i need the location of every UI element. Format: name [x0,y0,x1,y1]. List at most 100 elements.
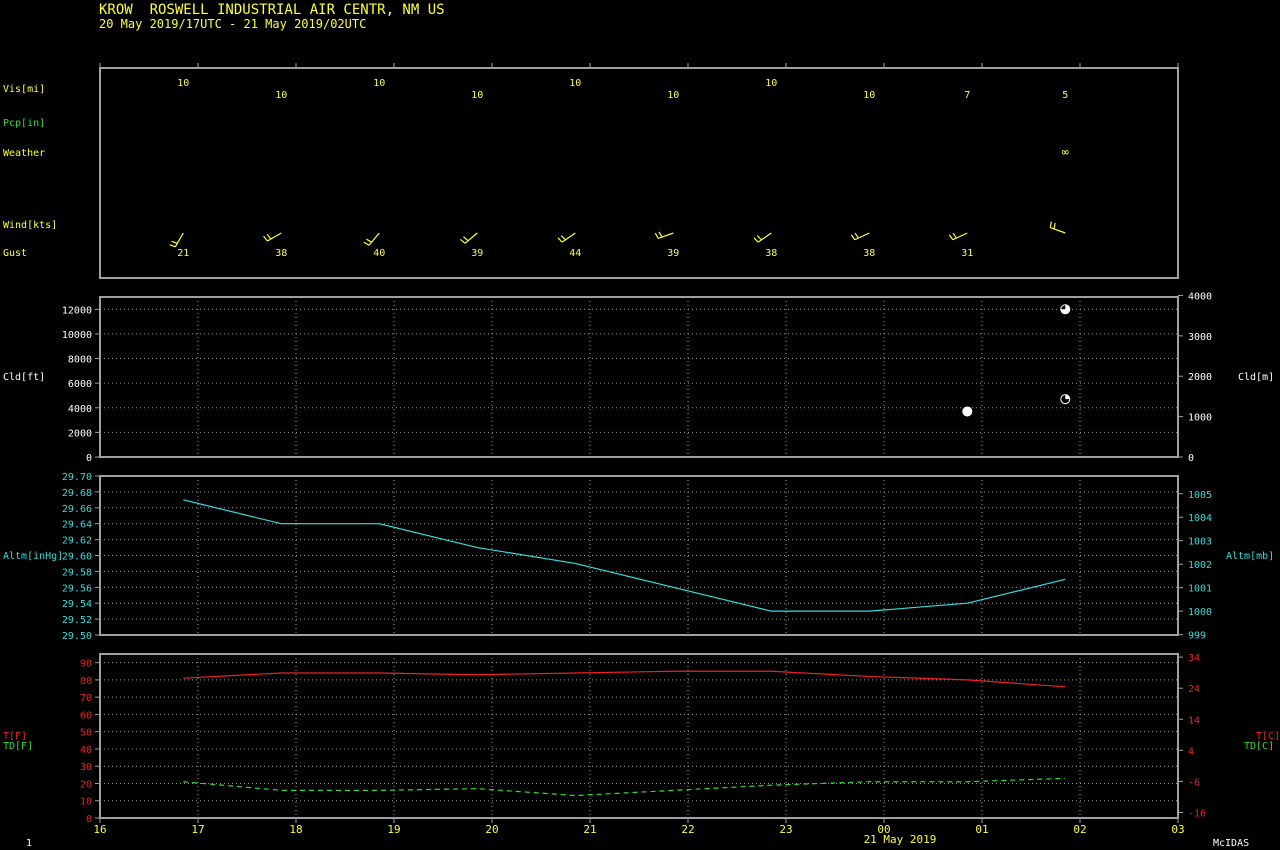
wind-barb-feather [658,231,663,238]
temp-tick-label-right: 24 [1188,684,1200,695]
panel-frame-surf [99,67,1179,279]
wind-barb-feather [948,234,954,241]
altimeter-tick-label: 29.58 [62,567,92,578]
altimeter-tick-label: 29.62 [62,536,92,547]
cloud-tick-label: 4000 [68,404,92,415]
altimeter-tick-label-right: 1001 [1188,584,1212,595]
dewpoint-ylabel-right: TD[C] [1244,741,1274,752]
gust-value: 39 [471,248,483,259]
temp-tick-label: 30 [80,762,92,773]
wind-barb-feather [756,235,762,241]
altimeter-tick-label-right: 1003 [1188,537,1212,548]
dewpoint-ylabel-left: TD[F] [3,741,33,752]
altimeter-tick-label: 29.64 [62,520,92,531]
altimeter-tick-label-right: 1002 [1188,560,1212,571]
cloud-cover-fill [1065,394,1070,400]
cloud-tick-label: 0 [86,453,92,464]
temp-tick-label-right: -16 [1188,808,1206,819]
mcidas-brand: McIDAS [1213,838,1250,849]
wind-barb-feather [263,235,268,242]
gust-value: 21 [177,248,189,259]
visibility-value: 10 [863,90,875,101]
temp-tick-label: 90 [80,659,92,670]
temp-tick-label: 70 [80,693,92,704]
x-tick-label: 20 [485,823,498,836]
wind-barb-feather [557,237,563,243]
altimeter-tick-label-right: 1004 [1188,513,1212,524]
visibility-value: 10 [667,90,679,101]
wind-barb-feather [460,238,466,244]
weather-symbol: ∞ [1062,145,1069,159]
altimeter-tick-label: 29.52 [62,615,92,626]
cloud-tick-label: 2000 [68,428,92,439]
temperature-line [183,670,1066,688]
wind-barb-feather [1049,221,1052,228]
altimeter-tick-label: 29.50 [62,631,92,642]
temp-tick-label: 20 [80,779,92,790]
temp-tick-label: 40 [80,745,92,756]
gust-value: 39 [667,248,679,259]
cloud-tick-label-right: 2000 [1188,372,1212,383]
temp-tick-label: 80 [80,676,92,687]
cloud-tick-label-right: 1000 [1188,413,1212,424]
altimeter-tick-label: 29.66 [62,504,92,515]
altimeter-tick-label-right: 1005 [1188,490,1212,501]
cloud-tick-label: 10000 [62,330,92,341]
visibility-value: 10 [275,90,287,101]
cloud-tick-label: 6000 [68,379,92,390]
wind-barb [464,232,478,244]
temp-tick-label-right: -6 [1188,777,1200,788]
surface-label-weather: Weather [3,148,45,159]
visibility-value: 5 [1062,90,1068,101]
temp-tick-label-right: 14 [1188,715,1200,726]
visibility-value: 10 [177,78,189,89]
wind-barb-feather [366,238,372,243]
visibility-value: 10 [373,78,385,89]
cloud-tick-label: 12000 [62,305,92,316]
x-tick-label: 18 [289,823,302,836]
cloud-ylabel-right: Cld[m] [1238,372,1274,383]
wind-barb [561,232,576,243]
temp-tick-label: 0 [86,814,92,825]
visibility-value: 7 [964,90,970,101]
x-tick-label: 19 [387,823,400,836]
altimeter-tick-label: 29.56 [62,583,92,594]
temp-tick-label: 50 [80,728,92,739]
date-label: 21 May 2019 [864,833,937,846]
wind-barb-feather [654,232,659,239]
wind-barb-feather [854,232,859,239]
wind-barb-feather [171,240,178,244]
altimeter-tick-label: 29.68 [62,488,92,499]
cloud-tick-label: 8000 [68,355,92,366]
gust-value: 44 [569,248,581,259]
wind-barb-feather [753,237,759,243]
x-tick-label: 01 [975,823,988,836]
cloud-tick-label-right: 3000 [1188,332,1212,343]
wind-barb [757,232,772,243]
wind-barb-feather [169,244,176,248]
x-tick-label: 02 [1073,823,1086,836]
x-tick-label: 16 [93,823,106,836]
meteogram-chart: 16 17 18 19 20 21 22 23 00 01 02 0321 May 2019Vis[m… [3,63,1280,846]
x-tick-label: 17 [191,823,204,836]
surface-label-vis: Vis[mi] [3,84,45,95]
panel-frame-tmp [99,653,1179,819]
frame-number: 1 [26,838,33,849]
temp-tick-label-right: 4 [1188,746,1194,757]
panel-frame-cld [99,296,1179,458]
altimeter-tick-label: 29.60 [62,552,92,563]
cloud-cover-symbol [962,406,973,417]
wind-barb [174,232,184,248]
surface-label-gust: Gust [3,248,27,259]
wind-barb-feather [1053,222,1056,230]
visibility-value: 10 [569,78,581,89]
gust-value: 38 [765,248,777,259]
cloud-ylabel-left: Cld[ft] [3,372,45,383]
gust-value: 40 [373,248,385,259]
temp-tick-label: 10 [80,797,92,808]
visibility-value: 10 [765,78,777,89]
wind-barb-feather [266,233,272,240]
wind-barb-feather [463,236,469,242]
wind-barb-feather [560,235,566,241]
x-tick-label: 03 [1171,823,1184,836]
